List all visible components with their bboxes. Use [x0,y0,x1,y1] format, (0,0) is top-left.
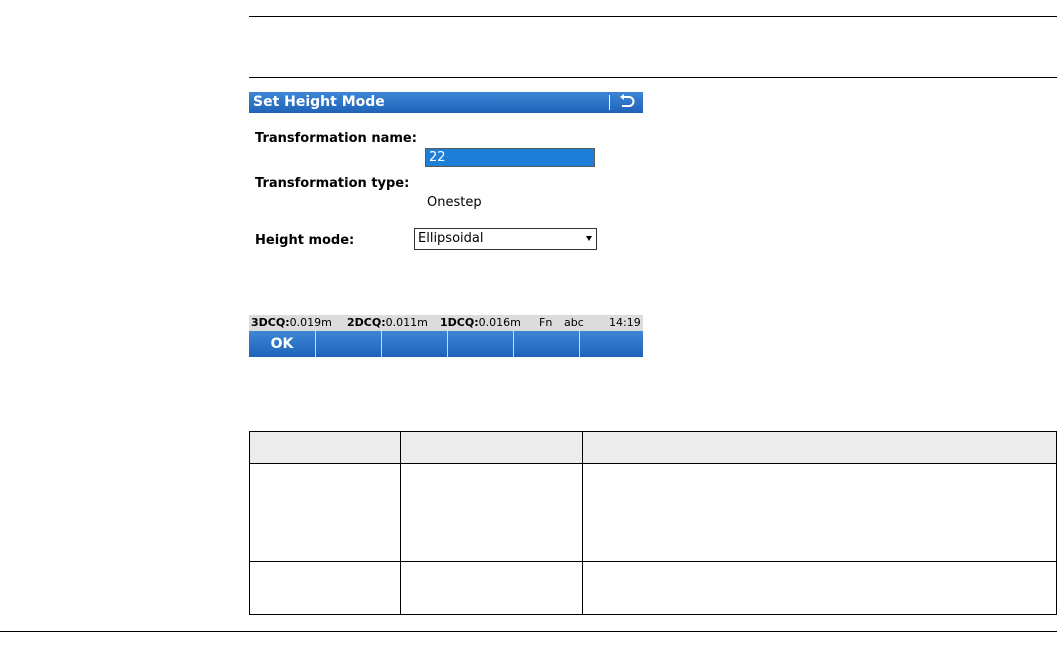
header-rule [249,77,1057,78]
table-cell [582,561,1057,615]
quality-2d-value: 0.011m [385,316,428,329]
height-mode-value: Ellipsoidal [418,231,484,246]
table-row [249,463,1057,562]
table-header-cell [249,431,401,464]
table-cell [400,463,583,562]
title-bar: Set Height Mode [249,92,643,113]
table-cell [249,561,401,615]
top-rule [249,16,1057,17]
screen-title: Set Height Mode [253,94,385,110]
table-header-cell [400,431,583,464]
height-mode-label: Height mode: [255,233,355,248]
quality-3d-label: 3DCQ: [251,316,290,329]
quality-1d-label: 1DCQ: [440,316,479,329]
table-header-cell [582,431,1057,464]
footer-rule [0,631,1057,632]
transformation-type-value: Onestep [427,195,482,210]
table-cell [582,463,1057,562]
title-separator [609,95,610,110]
status-bar: 3DCQ:0.019m 2DCQ:0.011m 1DCQ:0.016m Fn a… [249,315,643,331]
quality-2d-label: 2DCQ: [347,316,386,329]
softkey-5[interactable] [513,331,579,357]
description-table [249,431,1057,615]
table-row [249,561,1057,615]
softkey-4[interactable] [447,331,513,357]
device-screen: Set Height Mode Transformation name: 22 … [249,92,643,357]
input-mode-indicator: abc [564,316,584,329]
table-cell [249,463,401,562]
softkey-2[interactable] [315,331,381,357]
table-cell [400,561,583,615]
softkey-bar: OK [249,331,643,357]
softkey-3[interactable] [381,331,447,357]
clock: 14:19 [609,316,641,329]
transformation-name-label: Transformation name: [255,131,417,146]
quality-3d-value: 0.019m [289,316,332,329]
back-arrow-icon[interactable] [617,94,637,111]
ok-softkey[interactable]: OK [249,331,315,357]
table-header-row [249,431,1057,464]
transformation-type-label: Transformation type: [255,176,410,191]
transformation-name-field[interactable]: 22 [425,148,595,167]
height-mode-select[interactable]: Ellipsoidal [414,228,597,250]
fn-indicator: Fn [539,316,553,329]
softkey-6[interactable] [579,331,643,357]
dropdown-arrow-icon [586,236,592,241]
quality-1d-value: 0.016m [478,316,521,329]
